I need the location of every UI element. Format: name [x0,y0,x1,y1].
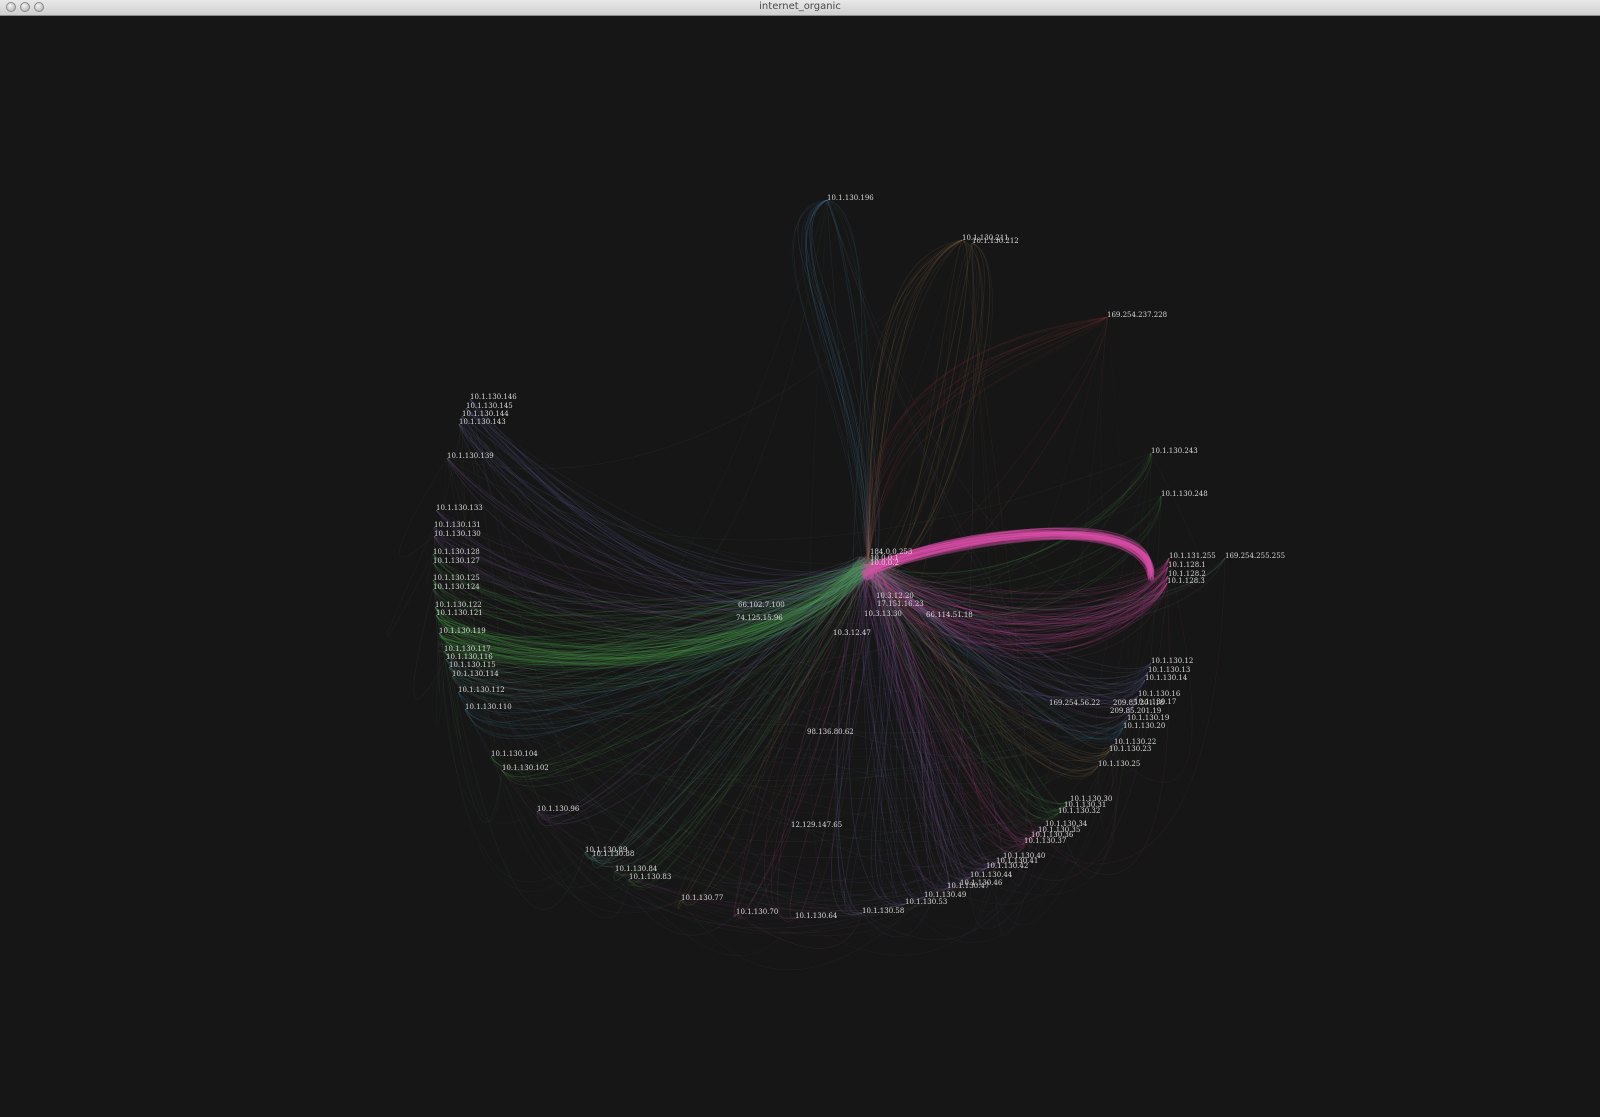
inner-node-label[interactable]: 12.129.147.65 [791,821,842,829]
inner-node-label[interactable]: 66.102.7.100 [738,601,785,609]
node-label[interactable]: 10.1.130.104 [491,750,538,758]
node-label[interactable]: 10.1.130.23 [1109,745,1151,753]
node-label[interactable]: 10.1.130.131 [434,521,481,529]
node-label[interactable]: 10.1.130.196 [827,194,874,202]
node-label[interactable]: 10.1.130.13 [1148,666,1190,674]
node-label[interactable]: 10.1.130.133 [436,504,483,512]
node-label[interactable]: 10.1.130.22 [1114,738,1156,746]
node-label[interactable]: 10.1.130.139 [447,452,494,460]
node-label[interactable]: 10.1.130.19 [1127,714,1169,722]
node-label[interactable]: 10.1.130.110 [465,703,512,711]
connection-curve [867,242,991,572]
node-label[interactable]: 10.1.130.96 [537,805,580,813]
app-window: internet_organic 10.1.130.196 10.1.130.21… [0,0,1600,1113]
node-label[interactable]: 169.254.255.255 [1225,552,1285,560]
node-label[interactable]: 10.1.130.114 [452,670,499,678]
node-label[interactable]: 10.1.130.212 [972,237,1019,245]
node-label[interactable]: 10.1.128.1 [1168,561,1206,569]
connection-curve [865,316,1108,565]
node-label[interactable]: 10.1.130.116 [446,653,493,661]
node-label[interactable]: 10.1.130.77 [681,894,723,902]
title-bar[interactable]: internet_organic [0,0,1600,16]
inner-node-label[interactable]: 66.114.51.18 [926,611,973,619]
inner-node-label[interactable]: 98.136.80.62 [807,728,854,736]
node-label[interactable]: 10.1.130.53 [905,898,947,906]
node-label[interactable]: 10.1.130.84 [615,865,658,873]
node-label[interactable]: 10.1.130.88 [592,850,634,858]
connection-curve [867,452,1152,583]
inner-node-label[interactable]: 10.3.13.30 [864,610,902,618]
window-title: internet_organic [759,1,841,12]
connection-curve [461,415,871,583]
connection-curve [809,199,869,565]
connection-curve [826,199,1226,603]
node-label[interactable]: 10.1.130.115 [449,661,496,669]
node-label[interactable]: 10.1.130.40 [1003,852,1045,860]
node-label[interactable]: 10.1.130.144 [462,410,509,418]
node-label[interactable]: 10.1.130.119 [439,627,486,635]
connection-curve [446,239,963,469]
node-label[interactable]: 10.1.130.146 [470,393,517,401]
node-label[interactable]: 10.1.130.25 [1098,760,1140,768]
node-label[interactable]: 10.1.130.117 [444,645,491,653]
node-label[interactable]: 10.1.130.64 [795,912,838,920]
inner-node-label[interactable]: 74.125.15.96 [736,614,783,622]
inner-node-label[interactable]: 17.151.16.23 [877,600,924,608]
network-visualization-canvas[interactable]: 10.1.130.196 10.1.130.211 10.1.130.212 169.… [0,16,1600,1113]
connection-curve [458,423,868,587]
connection-curves [387,199,1226,970]
node-label[interactable]: 10.1.130.46 [960,879,1003,887]
node-label[interactable]: 10.1.130.121 [436,609,483,617]
inner-node-label[interactable]: 209.85.201.18 [1113,699,1164,707]
connection-curve [805,199,869,565]
connection-curve [451,675,586,910]
node-label[interactable]: 10.1.130.112 [458,686,505,694]
node-label[interactable]: 10.1.130.130 [434,530,481,538]
node-label[interactable]: 10.1.130.16 [1138,690,1181,698]
connection-curve [465,407,877,582]
node-label[interactable]: 10.1.130.58 [862,907,904,915]
hub-glow [862,568,874,580]
inner-node-label[interactable]: 169.254.56.22 [1049,699,1100,707]
node-label[interactable]: 10.1.130.49 [924,891,966,899]
network-graph: 10.1.130.19610.1.130.21110.1.130.212169.… [387,194,1285,970]
node-label[interactable]: 10.1.130.243 [1151,447,1198,455]
node-label[interactable]: 10.1.130.127 [433,557,480,565]
node-label[interactable]: 10.1.130.145 [466,402,513,410]
hub-label[interactable]: 10.0.0.2 [870,559,899,567]
node-label[interactable]: 10.1.130.30 [1070,795,1112,803]
node-label[interactable]: 10.1.130.83 [629,873,671,881]
connection-curve [811,199,869,565]
node-label[interactable]: 10.1.130.70 [736,908,778,916]
node-label[interactable]: 10.1.130.14 [1145,674,1188,682]
node-label[interactable]: 10.1.130.248 [1161,490,1208,498]
node-label[interactable]: 10.1.130.102 [502,764,549,772]
inner-node-label[interactable]: 10.3.12.47 [833,629,871,637]
hub-node [862,568,874,580]
connection-curve [446,457,873,589]
node-label[interactable]: 10.1.130.122 [435,601,482,609]
node-label[interactable]: 10.1.130.124 [433,583,480,591]
node-label[interactable]: 10.1.130.20 [1123,722,1165,730]
node-label[interactable]: 10.1.130.12 [1151,657,1193,665]
connection-curve [469,398,861,584]
node-label[interactable]: 10.1.128.3 [1167,577,1205,585]
connection-curve [826,199,880,575]
node-label[interactable]: 10.1.130.125 [433,574,480,582]
node-label[interactable]: 169.254.237.228 [1107,311,1167,319]
inner-node-label[interactable]: 209.85.201.19 [1110,707,1161,715]
node-label[interactable]: 10.1.130.44 [970,871,1013,879]
connection-curve [859,242,980,575]
inner-node-label[interactable]: 10.3.12.20 [876,592,914,600]
node-label[interactable]: 10.1.130.128 [433,548,480,556]
node-label[interactable]: 10.1.130.143 [459,418,506,426]
node-label[interactable]: 10.1.131.255 [1169,552,1216,560]
node-label[interactable]: 10.1.130.34 [1045,820,1088,828]
